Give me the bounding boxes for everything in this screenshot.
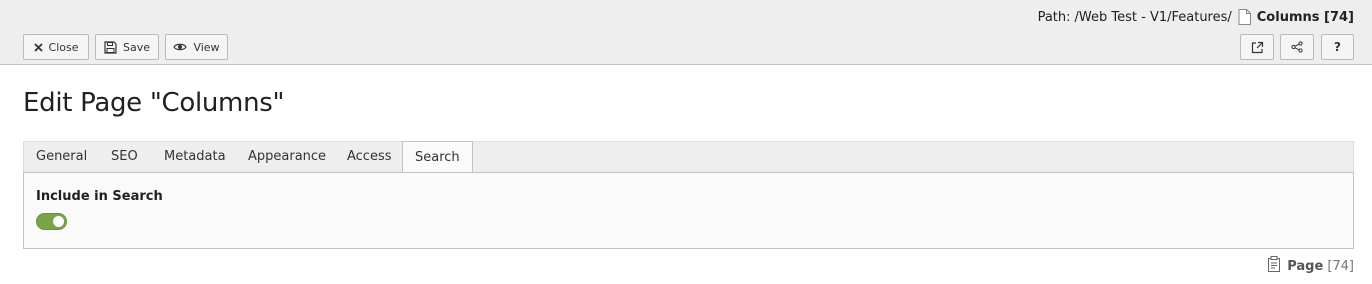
view-button[interactable]: View (165, 34, 228, 60)
tab-appearance[interactable]: Appearance (236, 142, 338, 173)
save-icon (104, 40, 117, 54)
close-button[interactable]: Close (23, 34, 89, 60)
page-title: Edit Page "Columns" (23, 88, 285, 118)
share-button[interactable] (1280, 34, 1314, 60)
view-button-label: View (193, 40, 220, 54)
help-icon: ? (1334, 40, 1341, 54)
search-tab-panel: Include in Search (23, 172, 1354, 249)
tab-metadata[interactable]: Metadata (152, 142, 238, 173)
help-button[interactable]: ? (1321, 34, 1354, 60)
path-value: /Web Test - V1/Features/ (1074, 9, 1232, 25)
record-uid: [74] (1327, 258, 1354, 274)
include-in-search-toggle[interactable] (36, 213, 67, 230)
breadcrumb: Path: /Web Test - V1/Features/ Columns [… (1038, 8, 1354, 26)
save-button-label: Save (122, 40, 150, 54)
page-icon (1238, 9, 1251, 25)
doc-header: Path: /Web Test - V1/Features/ Columns [… (0, 0, 1372, 65)
page-record-icon (1268, 256, 1281, 276)
close-button-label: Close (48, 40, 79, 54)
path-label: Path: (1037, 9, 1071, 25)
open-new-window-button[interactable] (1240, 34, 1274, 60)
eye-icon (173, 42, 188, 52)
share-icon (1291, 41, 1303, 53)
record-type: Page (1287, 258, 1324, 274)
tab-search[interactable]: Search (402, 141, 473, 174)
tab-access[interactable]: Access (335, 142, 404, 173)
tab-general[interactable]: General (24, 142, 99, 173)
tab-bar: General SEO Metadata Appearance Access S… (23, 141, 1354, 174)
current-page-title: Columns [74] (1256, 9, 1354, 25)
close-icon (33, 42, 43, 52)
external-link-icon (1251, 41, 1264, 54)
toggle-knob (53, 216, 64, 227)
record-info: Page [74] (1268, 256, 1354, 276)
save-button[interactable]: Save (95, 34, 159, 60)
include-in-search-label: Include in Search (36, 189, 163, 204)
tab-seo[interactable]: SEO (99, 142, 150, 173)
